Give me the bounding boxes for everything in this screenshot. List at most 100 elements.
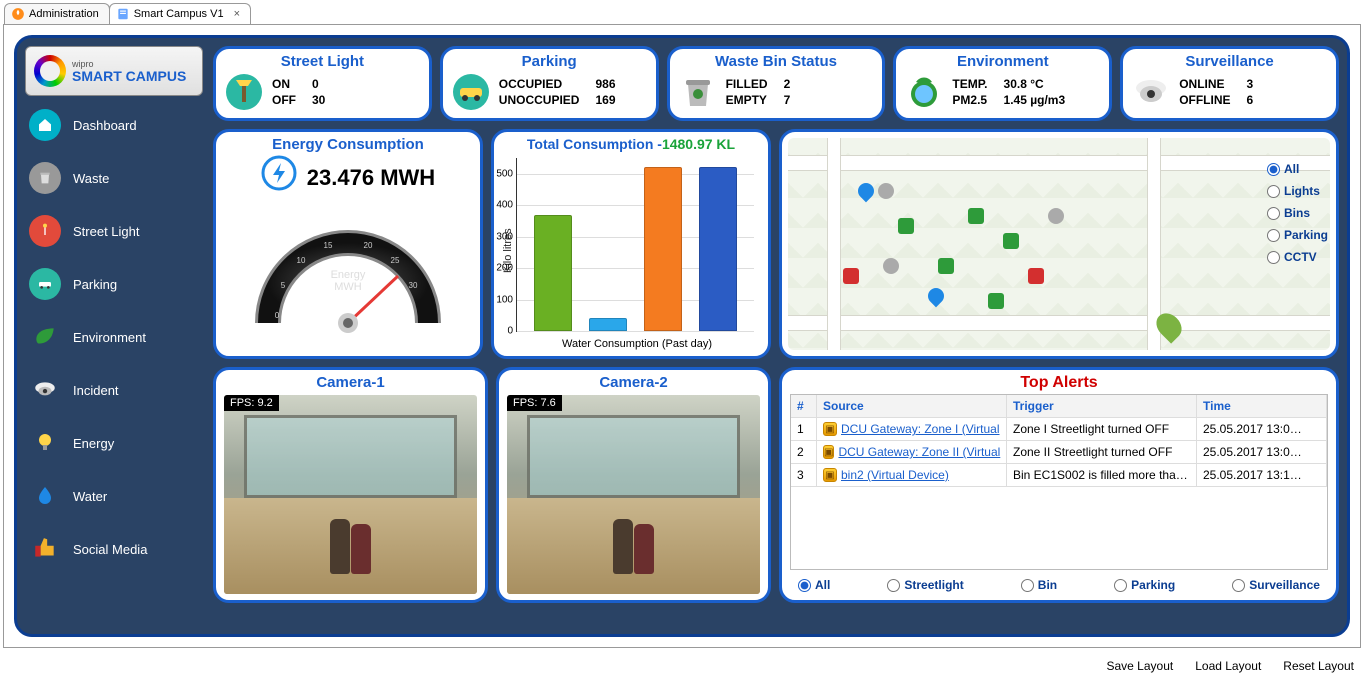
camera-1-card: Camera-1 FPS: 9.2 xyxy=(213,367,488,603)
gateway-icon: ▣ xyxy=(823,445,834,459)
camera-title: Camera-2 xyxy=(507,374,760,391)
map-filter-bins[interactable]: Bins xyxy=(1267,206,1328,220)
thumbs-icon xyxy=(29,533,61,565)
kpi-parking: Parking OCCUPIED986 UNOCCUPIED169 xyxy=(440,46,659,121)
alert-filter-streetlight[interactable]: Streetlight xyxy=(887,578,963,592)
svg-text:15: 15 xyxy=(324,241,333,250)
map-filter-all[interactable]: All xyxy=(1267,162,1328,176)
alert-source-link[interactable]: bin2 (Virtual Device) xyxy=(841,468,949,482)
kpi-title: Surveillance xyxy=(1131,53,1328,70)
bar-Day-1 xyxy=(534,215,572,331)
dome-camera-icon xyxy=(1131,72,1171,112)
svg-text:0: 0 xyxy=(275,311,280,320)
alert-filter-surveillance[interactable]: Surveillance xyxy=(1232,578,1320,592)
kpi-title: Street Light xyxy=(224,53,421,70)
map-filter: All Lights Bins Parking CCTV xyxy=(1267,162,1328,264)
svg-text:30: 30 xyxy=(409,281,418,290)
reset-layout-link[interactable]: Reset Layout xyxy=(1283,659,1354,673)
flame-icon xyxy=(11,7,25,21)
sidebar-item-water[interactable]: Water xyxy=(25,472,203,520)
alert-filter-bin[interactable]: Bin xyxy=(1021,578,1057,592)
sidebar-item-energy[interactable]: Energy xyxy=(25,419,203,467)
camera-2-feed[interactable]: FPS: 7.6 xyxy=(507,395,760,594)
alert-source-link[interactable]: DCU Gateway: Zone II (Virtual xyxy=(838,445,1000,459)
map-filter-lights[interactable]: Lights xyxy=(1267,184,1328,198)
gateway-icon: ▣ xyxy=(823,422,837,436)
kpi-environment: Environment TEMP.30.8 °C PM2.51.45 µg/m3 xyxy=(893,46,1112,121)
camera-1-feed[interactable]: FPS: 9.2 xyxy=(224,395,477,594)
sidebar-item-social-media[interactable]: Social Media xyxy=(25,525,203,573)
sidebar-item-dashboard[interactable]: Dashboard xyxy=(25,101,203,149)
home-icon xyxy=(29,109,61,141)
kpi-surveillance: Surveillance ONLINE3 OFFLINE6 xyxy=(1120,46,1339,121)
camera-fps: FPS: 7.6 xyxy=(507,395,562,411)
water-card: Total Consumption -1480.97 KL Kilo litre… xyxy=(491,129,771,359)
water-title: Total Consumption -1480.97 KL xyxy=(502,136,760,152)
close-icon[interactable]: × xyxy=(234,8,240,20)
dashboard: wipro SMART CAMPUS Dashboard Waste Stree… xyxy=(14,35,1350,637)
sidebar-item-environment[interactable]: Environment xyxy=(25,313,203,361)
alerts-title: Top Alerts xyxy=(790,374,1328,392)
alerts-table: # Source Trigger Time 1▣DCU Gateway: Zon… xyxy=(790,394,1328,570)
kpi-title: Environment xyxy=(904,53,1101,70)
table-row[interactable]: 3▣bin2 (Virtual Device)Bin EC1S002 is fi… xyxy=(791,464,1327,487)
bar-Day-2 xyxy=(589,318,627,331)
svg-text:20: 20 xyxy=(364,241,373,250)
parking-kpi-icon xyxy=(451,72,491,112)
gateway-icon: ▣ xyxy=(823,468,837,482)
svg-text:Energy: Energy xyxy=(331,269,366,281)
svg-text:25: 25 xyxy=(391,256,400,265)
row-middle: Energy Consumption 23.476 MWH 0510 15202… xyxy=(213,129,1339,359)
cctv-icon xyxy=(29,374,61,406)
sidebar-item-street-light[interactable]: Street Light xyxy=(25,207,203,255)
save-layout-link[interactable]: Save Layout xyxy=(1107,659,1174,673)
street-light-icon xyxy=(224,72,264,112)
sidebar-item-label: Social Media xyxy=(73,542,147,557)
kpi-title: Parking xyxy=(451,53,648,70)
table-row[interactable]: 1▣DCU Gateway: Zone I (VirtualZone I Str… xyxy=(791,418,1327,441)
sidebar-item-waste[interactable]: Waste xyxy=(25,154,203,202)
load-layout-link[interactable]: Load Layout xyxy=(1195,659,1261,673)
bar-Day-3 xyxy=(644,167,682,331)
chart-xlabel: Water Consumption (Past day) xyxy=(514,338,760,350)
alert-filter-all[interactable]: All xyxy=(798,578,830,592)
tab-administration[interactable]: Administration xyxy=(4,3,110,24)
sidebar: wipro SMART CAMPUS Dashboard Waste Stree… xyxy=(25,46,203,626)
parking-icon xyxy=(29,268,61,300)
sidebar-item-label: Street Light xyxy=(73,224,140,239)
row-bottom: Camera-1 FPS: 9.2 Camera-2 FPS: 7.6 Top … xyxy=(213,367,1339,603)
energy-bulb-icon xyxy=(261,155,297,196)
camera-fps: FPS: 9.2 xyxy=(224,395,279,411)
bulb-icon xyxy=(29,427,61,459)
brand-card: wipro SMART CAMPUS xyxy=(25,46,203,96)
kpi-street-light: Street Light ON0 OFF30 xyxy=(213,46,432,121)
drop-icon xyxy=(29,480,61,512)
sidebar-item-label: Parking xyxy=(73,277,117,292)
map-filter-cctv[interactable]: CCTV xyxy=(1267,250,1328,264)
sidebar-item-label: Waste xyxy=(73,171,109,186)
sidebar-item-incident[interactable]: Incident xyxy=(25,366,203,414)
camera-2-card: Camera-2 FPS: 7.6 xyxy=(496,367,771,603)
tab-smart-campus[interactable]: Smart Campus V1 × xyxy=(109,3,251,24)
map-filter-parking[interactable]: Parking xyxy=(1267,228,1328,242)
svg-text:10: 10 xyxy=(297,256,306,265)
sidebar-item-parking[interactable]: Parking xyxy=(25,260,203,308)
table-row[interactable]: 2▣DCU Gateway: Zone II (VirtualZone II S… xyxy=(791,441,1327,464)
kpi-title: Waste Bin Status xyxy=(678,53,875,70)
map-canvas[interactable] xyxy=(788,138,1330,350)
alert-filters: All Streetlight Bin Parking Surveillance xyxy=(790,576,1328,594)
lamp-icon xyxy=(29,215,61,247)
map-card[interactable]: All Lights Bins Parking CCTV xyxy=(779,129,1339,359)
kpi-row: Street Light ON0 OFF30 Parking OCCUPIED9… xyxy=(213,46,1339,121)
alert-filter-parking[interactable]: Parking xyxy=(1114,578,1175,592)
energy-title: Energy Consumption xyxy=(224,136,472,153)
tab-label: Administration xyxy=(29,8,99,20)
alert-source-link[interactable]: DCU Gateway: Zone I (Virtual xyxy=(841,422,1000,436)
footer-actions: Save Layout Load Layout Reset Layout xyxy=(1107,659,1355,673)
brand-title: SMART CAMPUS xyxy=(72,69,186,83)
table-header: # Source Trigger Time xyxy=(791,395,1327,418)
tab-label: Smart Campus V1 xyxy=(134,8,224,20)
alerts-card: Top Alerts # Source Trigger Time 1▣DCU G… xyxy=(779,367,1339,603)
bin-icon xyxy=(29,162,61,194)
sidebar-item-label: Incident xyxy=(73,383,119,398)
